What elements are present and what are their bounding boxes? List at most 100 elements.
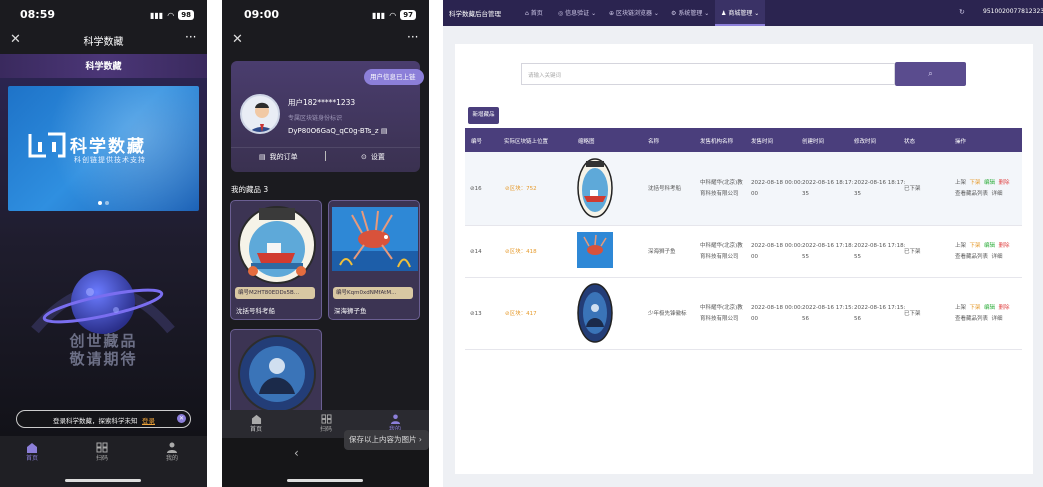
banner-logo-text: 科学数藏 <box>70 137 146 157</box>
delete-link[interactable]: 删除 <box>999 180 1010 186</box>
settings-button[interactable]: ⊙ 设置 <box>361 152 385 162</box>
wifi-icon: ◠ <box>389 10 397 20</box>
home-indicator <box>65 479 141 482</box>
view-list-link[interactable]: 查看藏品列表 <box>955 254 988 260</box>
collection-card[interactable]: 编号M2HT80EDDs5B... 沈括号科考船 <box>230 200 322 320</box>
ship-badge-thumbnail <box>238 206 316 284</box>
login-bar[interactable]: 登录科学数藏，探索科学未知 登录 ✕ <box>16 410 191 428</box>
row-actions: 上架 下架 编辑 删除 查看藏品列表 详细 <box>955 241 1010 263</box>
off-shelf-link[interactable]: 下架 <box>970 305 981 311</box>
login-link[interactable]: 登录 <box>142 415 155 425</box>
menu-verification[interactable]: ◎ 信息验证 ⌄ <box>558 8 596 17</box>
col-name: 名称 <box>648 139 660 145</box>
detail-link[interactable]: 详细 <box>992 254 1003 260</box>
lionfish-thumbnail <box>577 232 613 268</box>
item-code: 编号M2HT80EDDs5B... <box>235 287 315 299</box>
back-arrow-icon[interactable]: ‹ <box>294 446 299 460</box>
menu-system[interactable]: ⚙ 系统管理 ⌄ <box>671 8 709 17</box>
row-chain[interactable]: ⊘区块：418 <box>505 247 537 258</box>
save-image-tooltip[interactable]: 保存以上内容为图片 › <box>344 430 429 450</box>
admin-top-nav: 科学数藏后台管理 ⌂ 首页 ◎ 信息验证 ⌄ ⊕ 区块链浏览器 ⌄ ⚙ 系统管理… <box>443 0 1043 26</box>
nav-scan[interactable]: 扫码 <box>320 414 332 433</box>
view-list-link[interactable]: 查看藏品列表 <box>955 316 988 322</box>
user-icon: ♟ <box>721 10 727 17</box>
table-row <box>465 278 1022 350</box>
add-item-button[interactable]: 新增藏品 <box>468 107 499 124</box>
row-status: 已下架 <box>904 249 921 255</box>
row-chain[interactable]: ⊘区块：752 <box>505 184 537 195</box>
table-row <box>465 226 1022 278</box>
more-icon[interactable]: ··· <box>407 30 418 44</box>
nav-home[interactable]: 首页 <box>26 442 38 462</box>
row-id: ⊘16 <box>470 186 482 192</box>
close-icon[interactable]: ✕ <box>177 414 186 423</box>
avatar[interactable] <box>240 94 280 134</box>
collection-title: 我的藏品 3 <box>231 185 269 194</box>
off-shelf-link[interactable]: 下架 <box>970 243 981 249</box>
edit-link[interactable]: 编辑 <box>984 243 995 249</box>
edit-link[interactable]: 编辑 <box>984 305 995 311</box>
user-name: 用户182*****1233 <box>288 98 356 107</box>
delete-link[interactable]: 删除 <box>999 305 1010 311</box>
row-name: 沈括号科考船 <box>648 186 682 192</box>
copy-icon[interactable]: ▤ <box>381 127 388 135</box>
col-created: 创建时间 <box>802 139 825 145</box>
admin-brand: 科学数藏后台管理 <box>449 10 501 18</box>
col-actions: 操作 <box>955 139 967 145</box>
nav-home[interactable]: 首页 <box>250 414 262 433</box>
my-orders-button[interactable]: ▤ 我的订单 <box>259 152 298 162</box>
qr-icon <box>321 414 331 424</box>
on-shelf-link[interactable]: 上架 <box>955 243 966 249</box>
bottom-nav: 首页 扫码 我的 <box>0 436 207 487</box>
view-list-link[interactable]: 查看藏品列表 <box>955 191 988 197</box>
menu-home[interactable]: ⌂ 首页 <box>525 8 543 17</box>
row-org: 中科耀华(北京)教 育科技有限公司 <box>700 305 743 322</box>
qr-icon <box>96 442 108 453</box>
user-icon <box>167 442 177 453</box>
banner-tagline: 科创链提供技术支持 <box>74 156 146 164</box>
item-code: 编号Kqm0xdNMfAtM... <box>333 287 413 299</box>
item-name: 沈括号科考船 <box>236 307 275 315</box>
edit-link[interactable]: 编辑 <box>984 180 995 186</box>
delete-link[interactable]: 删除 <box>999 243 1010 249</box>
col-id: 编号 <box>471 139 483 145</box>
row-org: 中科耀华(北京)教 育科技有限公司 <box>700 243 743 260</box>
row-id: ⊘14 <box>470 249 482 255</box>
phone-screen-home: 08:59 ▮▮▮ ◠ 98 ✕ 科学数藏 ··· 科学数藏 科学数藏 科创链提… <box>0 0 207 487</box>
collection-card[interactable]: 编号Kqm0xdNMfAtM... 深海狮子鱼 <box>328 200 420 320</box>
status-icons: ▮▮▮ ◠ 98 <box>150 10 194 20</box>
row-created: 2022-08-16 17:15: 56 <box>802 305 854 322</box>
detail-link[interactable]: 详细 <box>992 316 1003 322</box>
col-org: 发售机构名称 <box>700 139 734 145</box>
detail-link[interactable]: 详细 <box>992 191 1003 197</box>
row-status: 已下架 <box>904 311 921 317</box>
screenshot-collage: { "phone1": { "time": "08:59", "battery"… <box>0 0 1043 487</box>
menu-shop[interactable]: ♟ 商城管理 ⌄ <box>721 8 759 17</box>
row-sale-time: 2022-08-18 00:00: 00 <box>751 243 803 260</box>
chevron-down-icon: ⌄ <box>653 10 659 17</box>
refresh-icon[interactable]: ↻ <box>959 8 965 16</box>
shield-icon: ◎ <box>558 10 564 17</box>
carousel-dots <box>98 201 109 205</box>
on-shelf-link[interactable]: 上架 <box>955 305 966 311</box>
search-button[interactable]: ⌕ <box>895 62 966 86</box>
menu-chain-explorer[interactable]: ⊕ 区块链浏览器 ⌄ <box>609 8 659 17</box>
nav-mine[interactable]: 我的 <box>166 442 178 462</box>
more-icon[interactable]: ··· <box>185 30 196 44</box>
search-input[interactable]: 请输入关键词 <box>521 63 895 85</box>
off-shelf-link[interactable]: 下架 <box>970 180 981 186</box>
profile-card: 用户信息已上链 用户182*****1233 专属区块链身份标识 DyP80O6… <box>231 61 424 172</box>
banner[interactable]: 科学数藏 科创链提供技术支持 <box>8 86 199 211</box>
battery-icon: 97 <box>400 10 416 20</box>
nav-scan[interactable]: 扫码 <box>96 442 108 462</box>
phone-screen-profile: 09:00 ▮▮▮ ◠ 97 ✕ ··· 用户信息已上链 用户182*****1… <box>222 0 429 487</box>
brand-logo-icon <box>28 132 66 158</box>
row-chain[interactable]: ⊘区块：417 <box>505 309 537 320</box>
close-icon[interactable]: ✕ <box>232 32 243 47</box>
on-shelf-link[interactable]: 上架 <box>955 180 966 186</box>
search-icon: ⌕ <box>928 69 933 78</box>
link-icon: ⊕ <box>609 10 615 17</box>
status-time: 09:00 <box>244 8 280 21</box>
collection-card[interactable] <box>230 329 322 419</box>
wifi-icon: ◠ <box>167 10 175 20</box>
